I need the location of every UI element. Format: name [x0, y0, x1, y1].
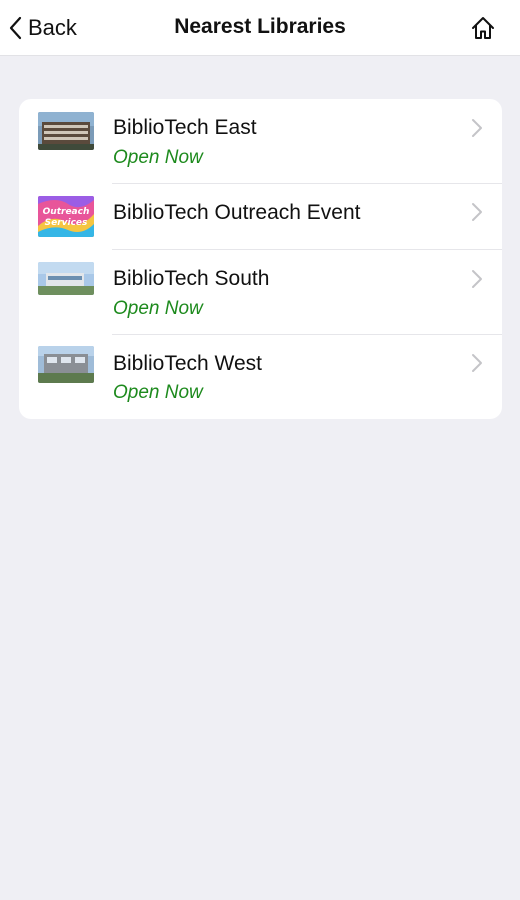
library-status: Open Now	[113, 298, 203, 319]
chevron-right-icon	[472, 354, 482, 372]
home-icon[interactable]	[470, 15, 496, 41]
list-item-bibliotech-south[interactable]: BiblioTech South Open Now	[19, 250, 502, 335]
outreach-poster-image: Outreach Services	[38, 196, 94, 237]
list-item-bibliotech-west[interactable]: BiblioTech West Open Now	[19, 335, 502, 419]
library-thumbnail	[38, 346, 94, 383]
library-name: BiblioTech Outreach Event	[113, 201, 361, 224]
list-item-bibliotech-outreach-event[interactable]: Outreach Services BiblioTech Outreach Ev…	[19, 184, 502, 250]
building-photo-image	[38, 262, 94, 295]
building-photo-image	[38, 346, 94, 383]
library-status: Open Now	[113, 147, 203, 168]
library-thumbnail	[38, 262, 94, 295]
chevron-right-icon	[472, 119, 482, 137]
library-thumbnail: Outreach Services	[38, 196, 94, 237]
library-name: BiblioTech West	[113, 352, 263, 375]
navigation-bar: Back Nearest Libraries	[0, 0, 520, 56]
library-thumbnail	[38, 112, 94, 150]
outreach-poster-text: Outreach	[43, 207, 90, 217]
library-list: BiblioTech East Open Now Outreach Servic…	[19, 99, 502, 419]
outreach-poster-text: Services	[45, 218, 88, 228]
library-name: BiblioTech South	[113, 267, 270, 290]
chevron-right-icon	[472, 203, 482, 221]
library-name: BiblioTech East	[113, 116, 257, 139]
chevron-right-icon	[472, 270, 482, 288]
library-status: Open Now	[113, 382, 203, 403]
page-title: Nearest Libraries	[174, 15, 346, 38]
building-photo-image	[38, 112, 94, 150]
list-item-bibliotech-east[interactable]: BiblioTech East Open Now	[19, 99, 502, 184]
